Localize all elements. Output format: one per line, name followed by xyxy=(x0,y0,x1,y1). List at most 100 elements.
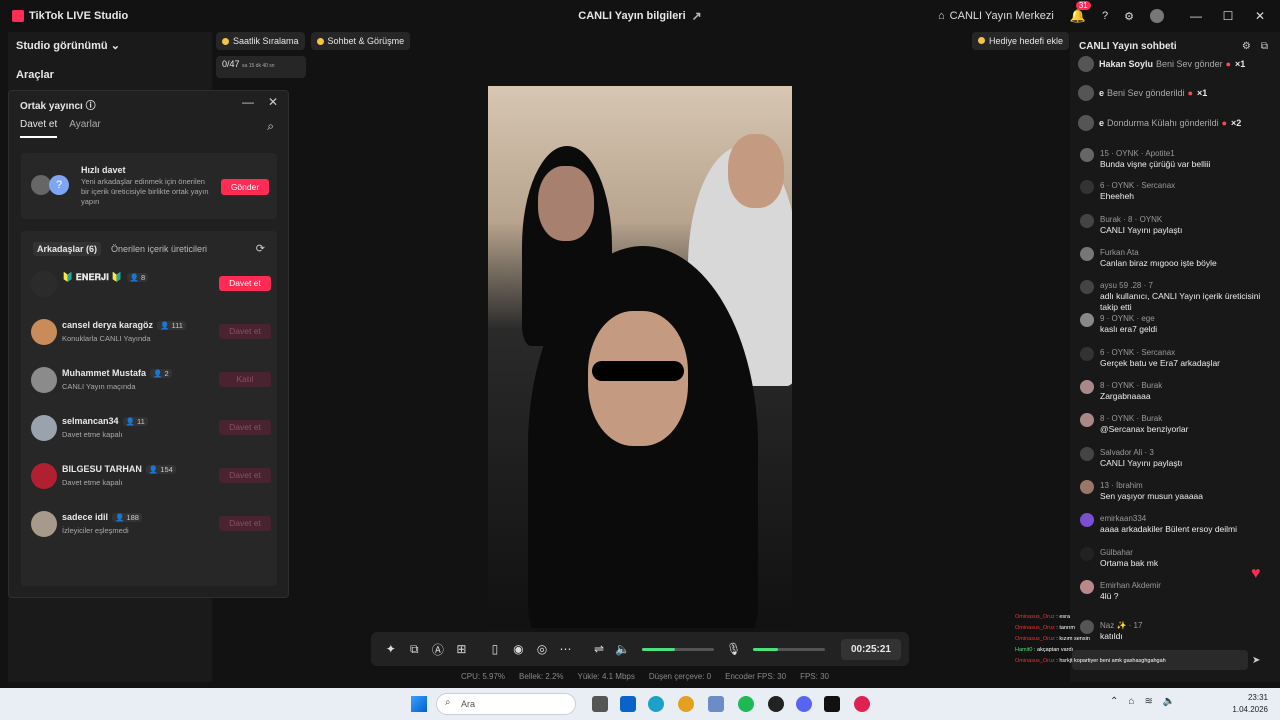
settings-gear-icon[interactable]: ⚙ xyxy=(1124,10,1134,23)
windows-start-icon[interactable] xyxy=(411,696,427,712)
app-icon[interactable] xyxy=(768,696,784,712)
avatar xyxy=(1080,280,1094,294)
mic-icon[interactable]: 🎙 xyxy=(722,642,746,656)
magic-icon[interactable]: ✦ xyxy=(379,642,403,656)
spotify-icon[interactable] xyxy=(738,696,754,712)
share-icon[interactable]: ↗ xyxy=(692,9,702,23)
volume-icon[interactable]: 🔈 xyxy=(1163,696,1175,707)
sunglasses xyxy=(592,361,684,381)
chat-message-meta: emirkaan334 xyxy=(1100,514,1147,523)
trophy-icon xyxy=(222,37,229,45)
mixer-icon[interactable]: ⇌ xyxy=(587,642,611,656)
friend-name-text: Muhammet Mustafa xyxy=(62,368,147,378)
notification-bell-icon[interactable]: 🔔 31 xyxy=(1070,1,1091,24)
chat-message-text: CANLI Yayını paylaştı xyxy=(1100,458,1183,468)
rank-progress-card[interactable]: 0/47 sa 15 dk 40 sn xyxy=(216,56,306,78)
avatar xyxy=(1078,115,1094,131)
edge-icon[interactable] xyxy=(648,696,664,712)
popout-icon[interactable]: ⧉ xyxy=(1261,41,1268,52)
live-center-button[interactable]: ⌂ CANLI Yayın Merkezi xyxy=(938,10,1054,22)
mic-volume-slider[interactable] xyxy=(753,647,825,651)
clock[interactable]: 23:31 1.04.2026 xyxy=(1232,692,1268,716)
search-icon[interactable]: ⌕ xyxy=(267,119,274,134)
overlay-chat: Ominasus_Oruz : esra Ominasus_Oruz : tanr… xyxy=(1015,612,1215,667)
maximize-icon[interactable]: ☐ xyxy=(1212,9,1244,23)
tab-suggested-creators[interactable]: Önerilen içerik üreticileri xyxy=(111,242,207,256)
help-icon[interactable]: ? xyxy=(1102,10,1108,22)
close-popup-icon[interactable]: ✕ xyxy=(268,95,278,109)
close-icon[interactable]: ✕ xyxy=(1244,9,1276,23)
discord-icon[interactable] xyxy=(796,696,812,712)
face-right xyxy=(728,134,784,208)
overlay-user: Ominasus_Oruz xyxy=(1015,658,1055,664)
tab-invite[interactable]: Davet et xyxy=(20,119,58,138)
ai-icon[interactable]: Ⓐ xyxy=(426,641,450,658)
friend-count: 154 xyxy=(160,465,173,474)
chat-message-text: adlı kullanıcı, CANLI Yayın içerik üreti… xyxy=(1100,291,1261,312)
friend-name: sadece idil 👤 188 xyxy=(62,512,142,522)
chat-message-meta: 6 · OYNK · Sercanax xyxy=(1100,348,1176,357)
chrome-icon[interactable] xyxy=(678,696,694,712)
friend-invite-button[interactable]: Davet et xyxy=(219,324,271,339)
speaker-icon[interactable]: 🔈 xyxy=(611,642,635,656)
friend-invite-button[interactable]: Katıl xyxy=(219,372,271,387)
more-icon[interactable]: ⋯ xyxy=(554,642,578,656)
settings-app-icon[interactable] xyxy=(708,696,724,712)
live-chat-panel: CANLI Yayın sohbeti ⚙ ⧉ Hakan Soylu Beni S… xyxy=(1070,32,1280,682)
speaker-volume-slider[interactable] xyxy=(642,647,714,651)
avatar xyxy=(31,271,57,297)
tab-friends[interactable]: Arkadaşlar (6) xyxy=(33,242,102,256)
studio-view-label: Studio görünümü xyxy=(16,40,108,52)
friend-invite-button[interactable]: Davet et xyxy=(219,468,271,483)
overlay-line: Ominasus_Oruz : kızım sensin xyxy=(1015,634,1215,645)
add-source-icon[interactable]: ⊞ xyxy=(450,642,474,656)
studio-view-menu[interactable]: Studio görünümü ⌄ xyxy=(16,39,120,52)
send-icon[interactable]: ➤ xyxy=(1252,655,1260,666)
info-icon[interactable]: ⓘ xyxy=(86,101,96,112)
outlook-icon[interactable] xyxy=(620,696,636,712)
cohost-popup: Ortak yayıncı ⓘ — ✕ Davet et Ayarlar ⌕ ? … xyxy=(8,90,289,598)
friend-invite-button[interactable]: Davet et xyxy=(219,420,271,435)
wifi-icon[interactable]: ≋ xyxy=(1144,696,1152,707)
friend-count-badge: 👤 2 xyxy=(150,369,172,378)
gift-multiplier: ×2 xyxy=(1231,118,1242,128)
avatar xyxy=(31,463,57,489)
chat-message-text: Zargabnaaaa xyxy=(1100,391,1151,401)
avatar xyxy=(1080,480,1094,494)
chat-message-text: Bunda vişne çürüğü var belliii xyxy=(1100,159,1211,169)
avatar[interactable] xyxy=(1150,9,1164,23)
chat-message-meta: 8 · OYNK · Burak xyxy=(1100,381,1163,390)
friend-count: 11 xyxy=(136,417,145,426)
gift-notification: Hakan Soylu Beni Sev gönder ● ×1 xyxy=(1078,56,1245,72)
hourly-ranking-pill[interactable]: Saatlik Sıralama xyxy=(216,32,305,50)
avatar xyxy=(1080,347,1094,361)
refresh-icon[interactable]: ⟳ xyxy=(256,242,265,255)
minimize-icon[interactable]: — xyxy=(1180,9,1212,23)
tiktok-icon[interactable] xyxy=(824,696,840,712)
screen-share-icon[interactable]: ⧉ xyxy=(403,642,427,657)
tiktok-live-studio-icon[interactable] xyxy=(854,696,870,712)
send-invite-button[interactable]: Gönder xyxy=(221,179,269,195)
minimize-popup-icon[interactable]: — xyxy=(242,95,254,109)
chat-message: 13 · İbrahim Sen yaşıyor musun yaaaaa xyxy=(1080,480,1270,502)
file-explorer-icon[interactable] xyxy=(592,696,608,712)
chat-message: emirkaan334 aaaa arkadakiler Bülent ersoy… xyxy=(1080,513,1270,535)
tab-settings[interactable]: Ayarlar xyxy=(69,119,101,138)
system-tray: ⌃ ⌂ ≋ 🔈 xyxy=(1110,696,1175,707)
friend-invite-button[interactable]: Davet et xyxy=(219,276,271,291)
network-icon[interactable]: ⌂ xyxy=(1128,696,1134,707)
phone-icon[interactable]: ▯ xyxy=(483,642,507,656)
chat-message: Gülbahar Ortama bak mk xyxy=(1080,547,1270,569)
question-avatar-icon: ? xyxy=(49,175,69,195)
camera-icon[interactable]: ◎ xyxy=(530,642,554,656)
stream-preview xyxy=(488,86,792,628)
taskbar-search-input[interactable]: ⌕ Ara xyxy=(436,693,576,715)
friend-count-badge: 👤 188 xyxy=(112,513,142,522)
friend-invite-button[interactable]: Davet et xyxy=(219,516,271,531)
friend-status: CANLI Yayın maçında xyxy=(62,382,136,391)
chevron-up-icon[interactable]: ⌃ xyxy=(1110,696,1118,707)
chat-settings-icon[interactable]: ⚙ xyxy=(1242,41,1251,52)
record-icon[interactable]: ◉ xyxy=(507,642,531,656)
add-gift-goal-button[interactable]: Hediye hedefi ekle xyxy=(972,32,1070,50)
chat-call-pill[interactable]: Sohbet & Görüşme xyxy=(310,32,411,50)
